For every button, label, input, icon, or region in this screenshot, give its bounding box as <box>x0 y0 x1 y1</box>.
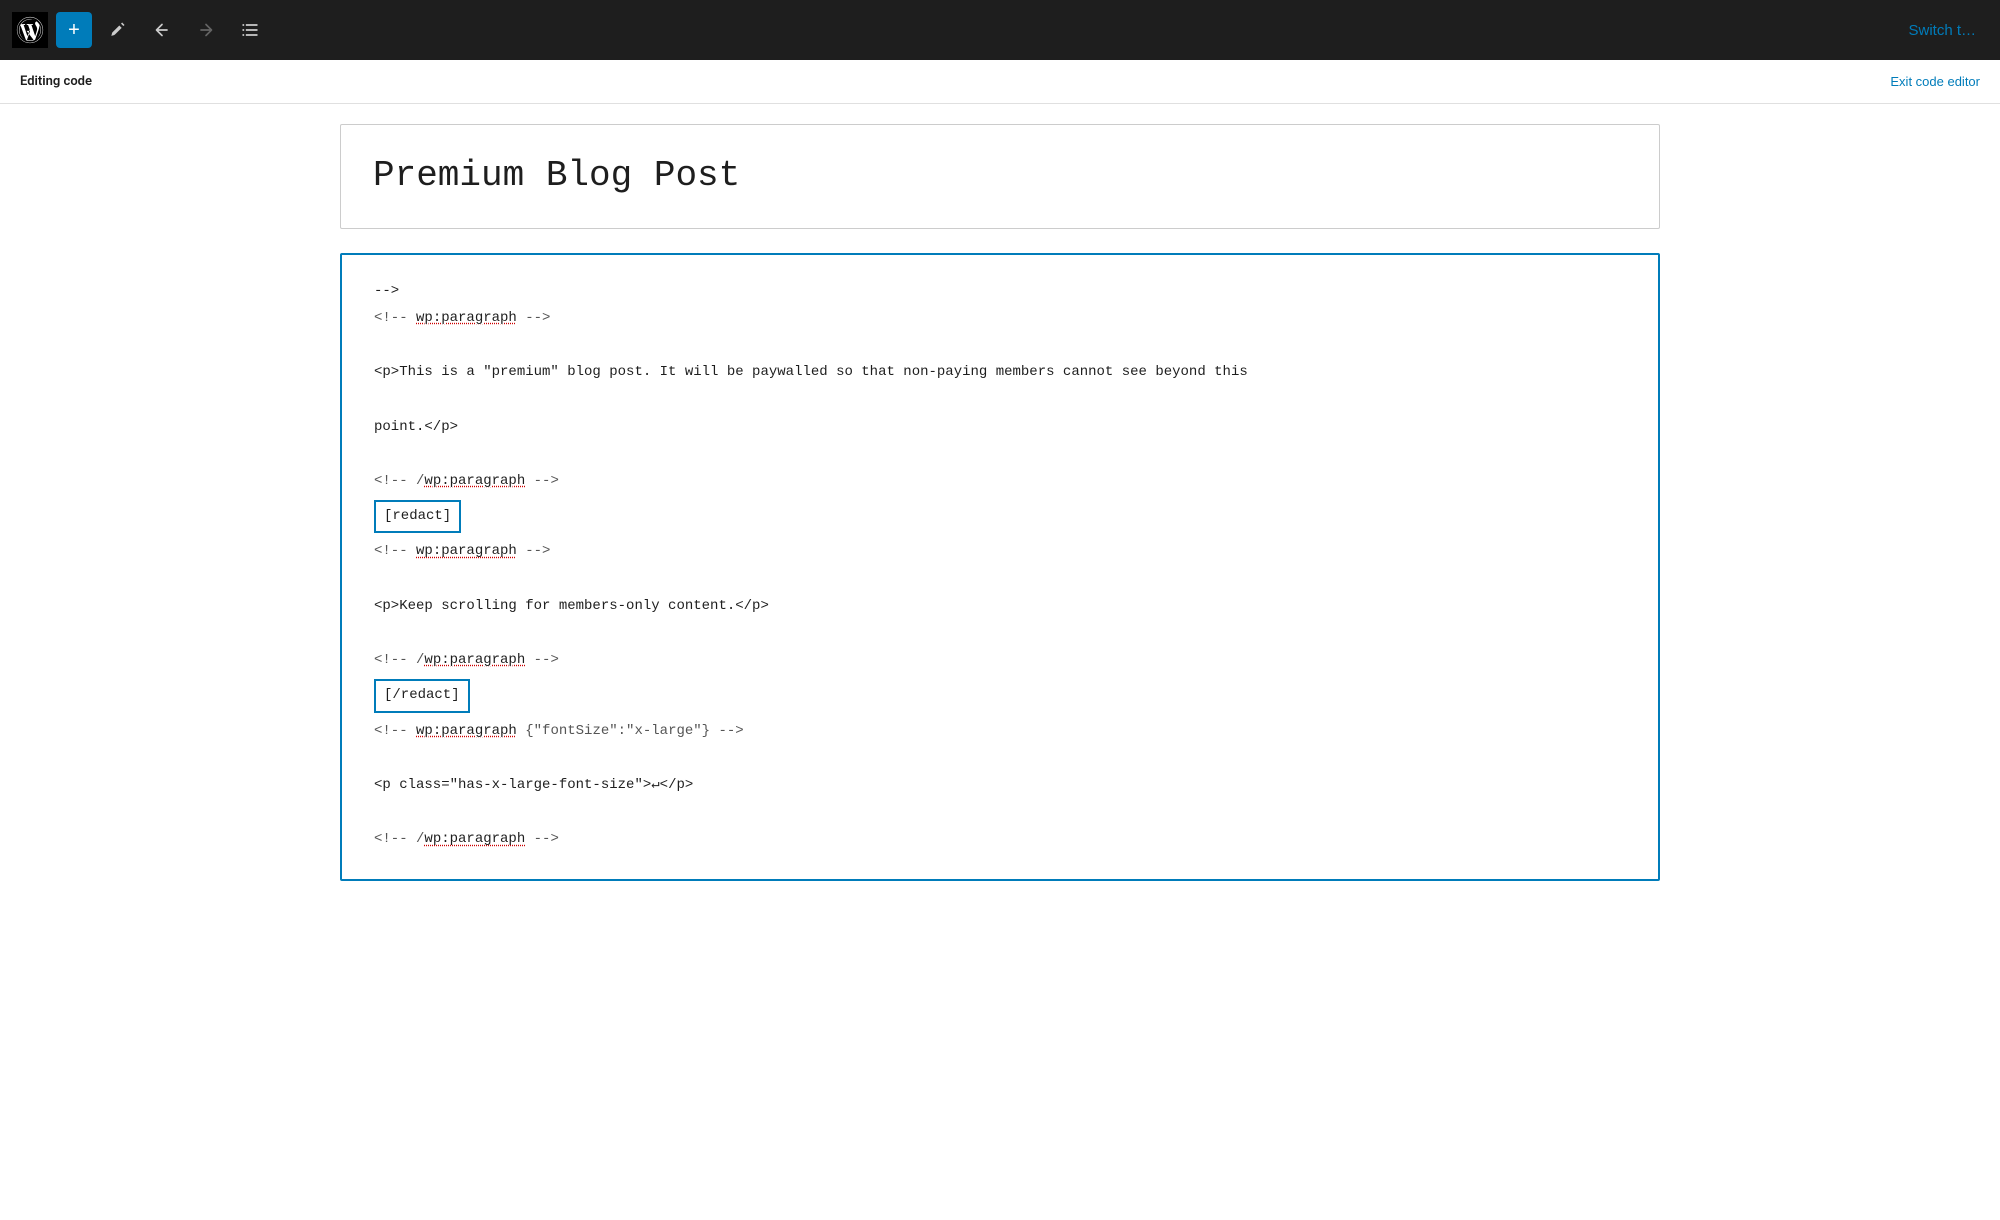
comment-close: --> <box>517 310 551 326</box>
add-icon: + <box>68 19 80 42</box>
wp-tag-4: wp:paragraph <box>424 652 525 668</box>
code-line-p3: <p class="has-x-large-font-size">↵</p> <box>374 773 1626 798</box>
code-text-4: <p class="has-x-large-font-size">↵</p> <box>374 777 693 793</box>
wp-logo <box>12 12 48 48</box>
empty-1 <box>374 333 1626 358</box>
code-line-4: <!-- /wp:paragraph --> <box>374 648 1626 673</box>
code-line-5: <!-- wp:paragraph {"fontSize":"x-large"}… <box>374 719 1626 744</box>
add-block-button[interactable]: + <box>56 12 92 48</box>
editing-bar: Editing code Exit code editor <box>0 60 2000 104</box>
comment-close-6: --> <box>525 831 559 847</box>
toolbar: + Switch t… <box>0 0 2000 60</box>
empty-6 <box>374 746 1626 771</box>
code-line-p1-end: point.</p> <box>374 415 1626 440</box>
wp-tag-5: wp:paragraph <box>416 723 517 739</box>
shortcode-redact-box: [redact] <box>374 500 461 533</box>
comment-open: <!-- <box>374 310 416 326</box>
exit-code-editor-button[interactable]: Exit code editor <box>1890 74 1980 89</box>
title-box: Premium Blog Post <box>340 124 1660 229</box>
shortcode-close-redact-box: [/redact] <box>374 679 470 712</box>
code-line-6: <!-- /wp:paragraph --> <box>374 827 1626 852</box>
switch-button[interactable]: Switch t… <box>1896 22 1988 39</box>
empty-5 <box>374 621 1626 646</box>
wp-tag-1: wp:paragraph <box>416 310 517 326</box>
empty-2 <box>374 388 1626 413</box>
main-content: Premium Blog Post --> <!-- wp:paragraph … <box>300 104 1700 901</box>
editing-code-label: Editing code <box>20 74 92 89</box>
code-text-3: <p>Keep scrolling for members-only conte… <box>374 598 769 614</box>
shortcode-close-redact: [/redact] <box>374 675 1626 716</box>
code-line-1: <!-- wp:paragraph --> <box>374 306 1626 331</box>
post-title: Premium Blog Post <box>373 153 1627 200</box>
comment-attr: {"fontSize":"x-large"} --> <box>517 723 744 739</box>
undo-button[interactable] <box>144 12 180 48</box>
wp-tag-2: wp:paragraph <box>424 473 525 489</box>
wp-tag-6: wp:paragraph <box>424 831 525 847</box>
code-text-1: <p>This is a "premium" blog post. It wil… <box>374 364 1248 380</box>
code-line-p2: <p>Keep scrolling for members-only conte… <box>374 594 1626 619</box>
empty-7 <box>374 800 1626 825</box>
shortcode-redact: [redact] <box>374 496 1626 537</box>
comment-close-3: --> <box>517 543 551 559</box>
code-line-p1: <p>This is a "premium" blog post. It wil… <box>374 360 1626 385</box>
code-editor-box[interactable]: --> <!-- wp:paragraph --> <p>This is a "… <box>340 253 1660 881</box>
comment-open-2: <!-- / <box>374 473 424 489</box>
comment-open-5: <!-- <box>374 723 416 739</box>
empty-4 <box>374 567 1626 592</box>
code-text-2: point.</p> <box>374 419 458 435</box>
wp-tag-3: wp:paragraph <box>416 543 517 559</box>
code-line-3: <!-- wp:paragraph --> <box>374 539 1626 564</box>
comment-close-2: --> <box>525 473 559 489</box>
comment-open-4: <!-- / <box>374 652 424 668</box>
comment-open-3: <!-- <box>374 543 416 559</box>
empty-3 <box>374 442 1626 467</box>
list-view-button[interactable] <box>232 12 268 48</box>
edit-button[interactable] <box>100 12 136 48</box>
redo-button[interactable] <box>188 12 224 48</box>
comment-open-6: <!-- / <box>374 831 424 847</box>
comment-close-4: --> <box>525 652 559 668</box>
code-line-2: <!-- /wp:paragraph --> <box>374 469 1626 494</box>
